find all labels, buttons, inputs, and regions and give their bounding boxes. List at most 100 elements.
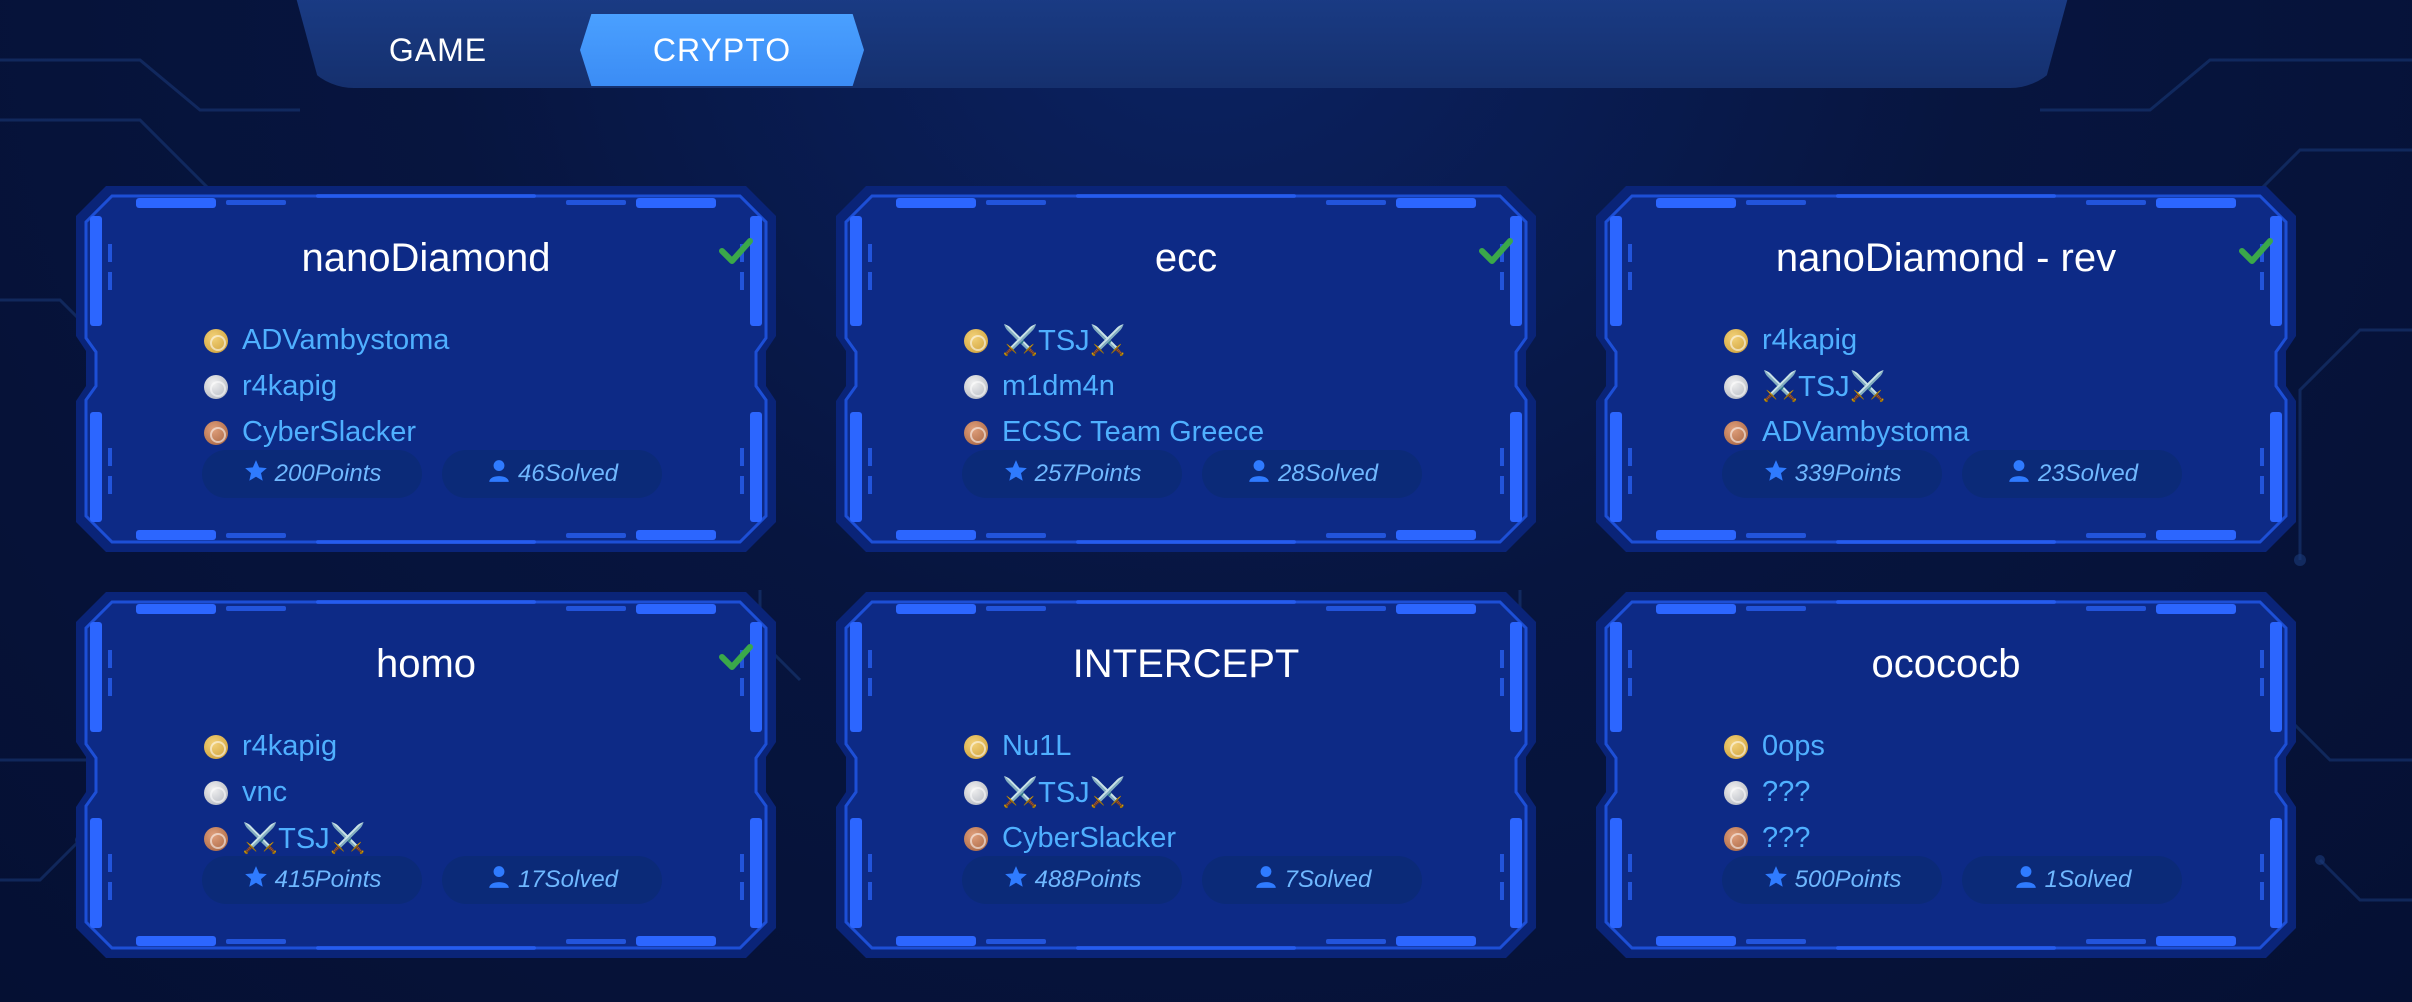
star-icon bbox=[1003, 864, 1035, 897]
points-badge: 488Points bbox=[962, 856, 1182, 904]
second-blood-entry: ??? bbox=[1724, 776, 1810, 809]
player-name[interactable]: CyberSlacker bbox=[1002, 822, 1176, 855]
gold-medal-icon bbox=[204, 734, 228, 759]
checkmark-icon bbox=[1476, 230, 1516, 270]
silver-medal-icon bbox=[1724, 375, 1748, 399]
player-name[interactable]: ⚔️TSJ⚔️ bbox=[1762, 370, 1886, 404]
bronze-medal-icon bbox=[964, 420, 988, 445]
solved-badge: 46Solved bbox=[442, 450, 662, 498]
points-badge: 415Points bbox=[202, 856, 422, 904]
silver-medal-icon bbox=[204, 780, 228, 805]
gold-medal-icon bbox=[964, 734, 988, 759]
first-blood-entry: ADVambystoma bbox=[204, 324, 449, 357]
user-icon bbox=[1246, 458, 1278, 491]
user-icon bbox=[486, 458, 518, 491]
player-name[interactable]: ??? bbox=[1762, 776, 1810, 809]
tab-crypto[interactable]: CRYPTO bbox=[580, 14, 864, 86]
user-icon bbox=[2006, 458, 2038, 491]
solved-badge: 17Solved bbox=[442, 856, 662, 904]
first-blood-entry: ⚔️TSJ⚔️ bbox=[964, 324, 1126, 358]
bronze-medal-icon bbox=[1724, 420, 1748, 445]
third-blood-entry: ECSC Team Greece bbox=[964, 416, 1264, 449]
challenge-title: homo bbox=[375, 642, 477, 686]
points-value: 500Points bbox=[1794, 866, 1902, 893]
points-value: 339Points bbox=[1794, 460, 1902, 487]
second-blood-entry: vnc bbox=[204, 776, 287, 809]
solved-badge: 28Solved bbox=[1202, 450, 1422, 498]
player-name[interactable]: Nu1L bbox=[1002, 730, 1071, 763]
gold-medal-icon bbox=[1724, 734, 1748, 759]
second-blood-entry: ⚔️TSJ⚔️ bbox=[964, 776, 1126, 810]
second-blood-entry: ⚔️TSJ⚔️ bbox=[1724, 370, 1886, 404]
checkmark-icon bbox=[716, 230, 756, 270]
solved-badge: 23Solved bbox=[1962, 450, 2182, 498]
challenge-card[interactable]: INTERCEPT Nu1L ⚔️TSJ⚔️ CyberSlacker 488P… bbox=[836, 592, 1536, 958]
third-blood-entry: CyberSlacker bbox=[964, 822, 1176, 855]
points-value: 257Points bbox=[1034, 460, 1142, 487]
points-badge: 257Points bbox=[962, 450, 1182, 498]
second-blood-entry: m1dm4n bbox=[964, 370, 1115, 403]
challenge-title: ecc bbox=[1154, 236, 1218, 280]
challenge-title: ocococb bbox=[1871, 642, 2021, 686]
third-blood-entry: ??? bbox=[1724, 822, 1810, 855]
star-icon bbox=[1763, 864, 1795, 897]
points-badge: 500Points bbox=[1722, 856, 1942, 904]
third-blood-entry: CyberSlacker bbox=[204, 416, 416, 449]
challenge-card[interactable]: nanoDiamond ADVambystoma r4kapig CyberSl… bbox=[76, 186, 776, 552]
player-name[interactable]: ECSC Team Greece bbox=[1002, 416, 1264, 449]
solved-value: 23Solved bbox=[2037, 460, 2139, 487]
second-blood-entry: r4kapig bbox=[204, 370, 337, 403]
player-name[interactable]: vnc bbox=[242, 776, 287, 809]
challenge-card[interactable]: ocococb 0ops ??? ??? 500Points 1Solved bbox=[1596, 592, 2296, 958]
user-icon bbox=[1253, 864, 1285, 897]
points-badge: 339Points bbox=[1722, 450, 1942, 498]
solved-value: 7Solved bbox=[1284, 866, 1372, 893]
star-icon bbox=[243, 458, 275, 491]
player-name[interactable]: r4kapig bbox=[1762, 324, 1857, 357]
silver-medal-icon bbox=[204, 374, 228, 399]
player-name[interactable]: ADVambystoma bbox=[1762, 416, 1969, 449]
challenge-card[interactable]: nanoDiamond - rev r4kapig ⚔️TSJ⚔️ ADVamb… bbox=[1596, 186, 2296, 552]
challenge-card[interactable]: homo r4kapig vnc ⚔️TSJ⚔️ 415Points 17Sol… bbox=[76, 592, 776, 958]
star-icon bbox=[243, 864, 275, 897]
solved-value: 17Solved bbox=[517, 866, 619, 893]
silver-medal-icon bbox=[1724, 780, 1748, 805]
player-name[interactable]: 0ops bbox=[1762, 730, 1825, 763]
points-value: 200Points bbox=[274, 460, 382, 487]
checkmark-icon bbox=[716, 636, 756, 676]
player-name[interactable]: ⚔️TSJ⚔️ bbox=[1002, 324, 1126, 358]
player-name[interactable]: m1dm4n bbox=[1002, 370, 1115, 403]
challenge-card[interactable]: ecc ⚔️TSJ⚔️ m1dm4n ECSC Team Greece 257P… bbox=[836, 186, 1536, 552]
points-badge: 200Points bbox=[202, 450, 422, 498]
gold-medal-icon bbox=[964, 329, 988, 353]
solved-badge: 7Solved bbox=[1202, 856, 1422, 904]
solved-value: 28Solved bbox=[1277, 460, 1379, 487]
points-value: 488Points bbox=[1034, 866, 1142, 893]
silver-medal-icon bbox=[964, 781, 988, 805]
player-name[interactable]: r4kapig bbox=[242, 370, 337, 403]
player-name[interactable]: ADVambystoma bbox=[242, 324, 449, 357]
user-icon bbox=[2013, 864, 2045, 897]
challenge-title: INTERCEPT bbox=[1072, 642, 1300, 686]
first-blood-entry: r4kapig bbox=[204, 730, 337, 763]
tab-game[interactable]: GAME bbox=[296, 14, 580, 86]
solved-badge: 1Solved bbox=[1962, 856, 2182, 904]
challenge-title: nanoDiamond - rev bbox=[1775, 236, 2117, 280]
user-icon bbox=[486, 864, 518, 897]
points-value: 415Points bbox=[274, 866, 382, 893]
star-icon bbox=[1003, 458, 1035, 491]
first-blood-entry: 0ops bbox=[1724, 730, 1825, 763]
silver-medal-icon bbox=[964, 374, 988, 399]
bronze-medal-icon bbox=[204, 420, 228, 445]
player-name[interactable]: ??? bbox=[1762, 822, 1810, 855]
player-name[interactable]: r4kapig bbox=[242, 730, 337, 763]
star-icon bbox=[1763, 458, 1795, 491]
page: GAME CRYPTO nanoDiamond ADVambystoma r4k… bbox=[0, 0, 2412, 1002]
bronze-medal-icon bbox=[204, 827, 228, 851]
player-name[interactable]: ⚔️TSJ⚔️ bbox=[242, 822, 366, 856]
first-blood-entry: Nu1L bbox=[964, 730, 1071, 763]
player-name[interactable]: CyberSlacker bbox=[242, 416, 416, 449]
checkmark-icon bbox=[2236, 230, 2276, 270]
solved-value: 1Solved bbox=[2044, 866, 2132, 893]
player-name[interactable]: ⚔️TSJ⚔️ bbox=[1002, 776, 1126, 810]
